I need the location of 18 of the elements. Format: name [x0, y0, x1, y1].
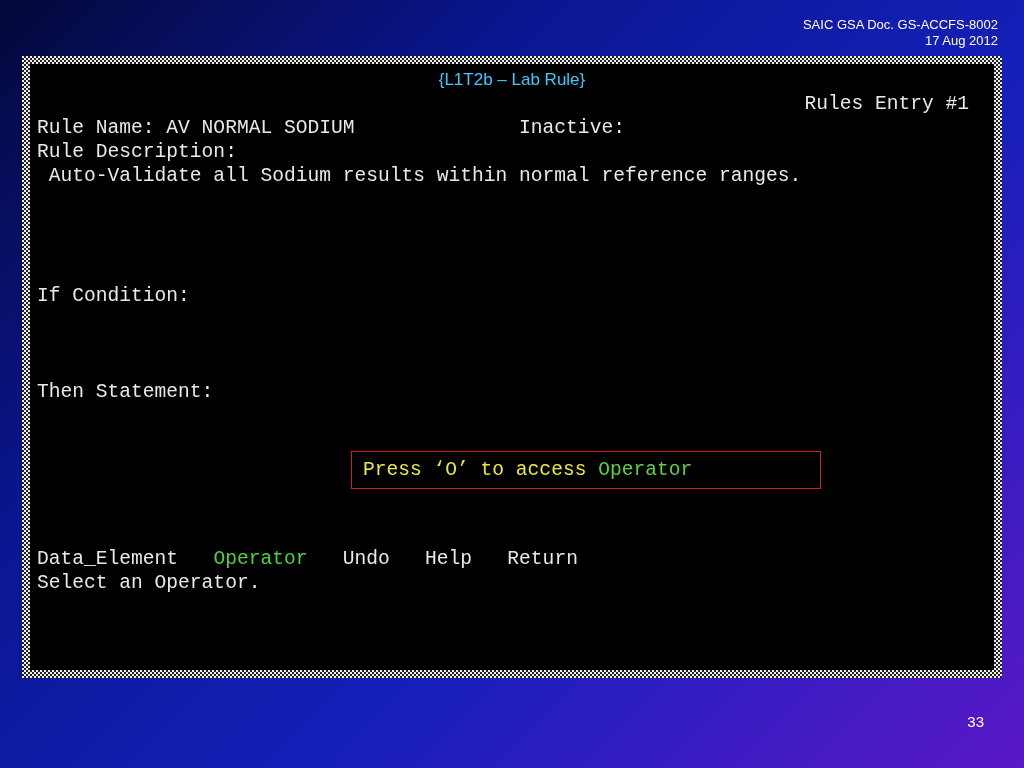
menu-item[interactable]: Return [507, 547, 578, 571]
status-message: Select an Operator. [37, 571, 261, 595]
rule-name-label: Rule Name: AV NORMAL SODIUM [37, 116, 356, 140]
then-statement-label: Then Statement: [37, 380, 214, 404]
entry-number: Rules Entry #1 [804, 92, 969, 116]
menu-item[interactable]: Undo [342, 547, 390, 571]
document-date: 17 Aug 2012 [924, 33, 998, 49]
menu-item[interactable]: Operator [213, 547, 308, 571]
menu-item[interactable]: Help [425, 547, 473, 571]
menu-item[interactable]: Data_Element [37, 547, 179, 571]
page-number: 33 [967, 714, 984, 730]
screen-title: {L1T2b – Lab Rule} [438, 69, 586, 91]
inactive-label: Inactive: [519, 116, 625, 140]
callout-text: Press ‘O’ to access Operator [363, 459, 693, 481]
document-id: SAIC GSA Doc. GS-ACCFS-8002 [802, 17, 998, 33]
description-label: Rule Description: [37, 140, 237, 164]
if-condition-label: If Condition: [37, 284, 190, 308]
description-text: Auto-Validate all Sodium results within normal reference ranges. [48, 164, 802, 188]
